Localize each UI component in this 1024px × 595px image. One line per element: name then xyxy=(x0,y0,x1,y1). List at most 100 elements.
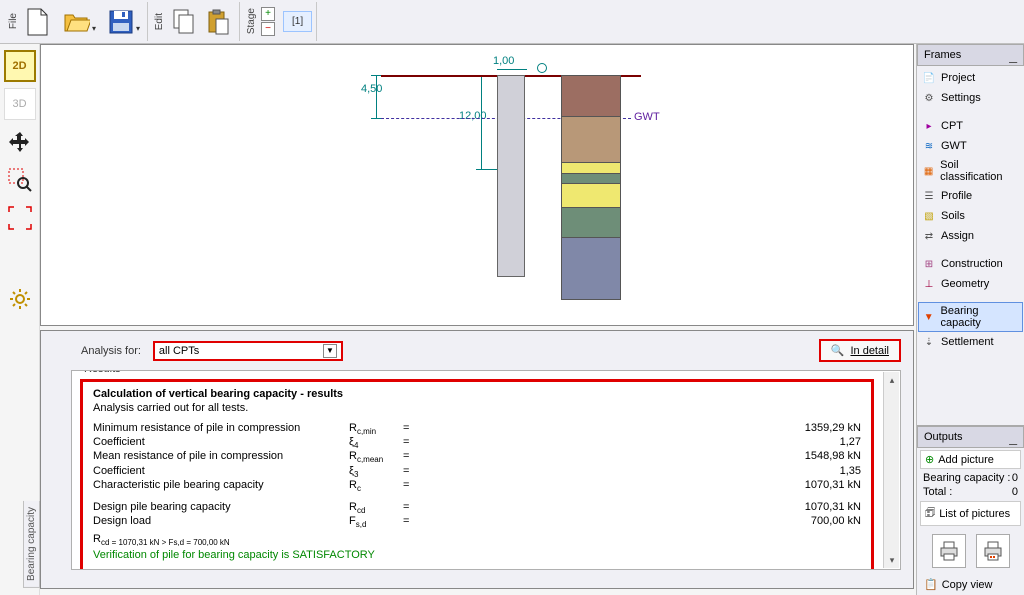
frame-icon: 📄 xyxy=(922,71,936,85)
results-verdict: Verification of pile for bearing capacit… xyxy=(93,549,861,561)
frame-item-soil-classification[interactable]: ▦Soil classification xyxy=(918,156,1023,186)
list-pictures-label: List of pictures xyxy=(939,508,1010,520)
result-label: Mean resistance of pile in compression xyxy=(93,450,345,464)
results-comparison: Rcd = 1070,31 kN > Fs,d = 700,00 kN xyxy=(93,533,861,547)
frame-label: Soil classification xyxy=(940,159,1019,183)
result-label: Design load xyxy=(93,515,345,529)
print-button[interactable] xyxy=(932,534,966,568)
result-symbol: ξ3 xyxy=(349,465,399,479)
pan-button[interactable] xyxy=(4,126,36,158)
frame-label: Settlement xyxy=(941,336,994,348)
frame-label: Settings xyxy=(941,92,981,104)
stage-remove-button[interactable]: − xyxy=(261,22,275,36)
zoom-region-button[interactable] xyxy=(4,164,36,196)
open-dropdown-icon: ▾ xyxy=(92,24,96,33)
frame-item-profile[interactable]: ☰Profile xyxy=(918,186,1023,206)
outputs-header: Outputs _ xyxy=(917,426,1024,448)
settings-button[interactable] xyxy=(4,283,36,315)
frame-label: CPT xyxy=(941,120,963,132)
edit-group-label: Edit xyxy=(152,13,167,30)
result-label: Design pile bearing capacity xyxy=(93,501,345,515)
frames-minimize-button[interactable]: _ xyxy=(1009,47,1017,63)
result-symbol: Rc xyxy=(349,479,399,493)
frame-item-geometry[interactable]: ⊥ Geometry xyxy=(918,274,1023,294)
frame-item-construction[interactable]: ⊞ Construction xyxy=(918,254,1023,274)
frame-label: Assign xyxy=(941,230,974,242)
calculation-results-box: Calculation of vertical bearing capacity… xyxy=(80,379,874,570)
copy-view-label: Copy view xyxy=(942,579,993,591)
outputs-minimize-button[interactable]: _ xyxy=(1009,429,1017,445)
frame-label: Project xyxy=(941,72,975,84)
frame-icon: ☰ xyxy=(922,189,936,203)
magnify-doc-icon: 🔍 xyxy=(831,344,845,357)
frame-item-settlement[interactable]: ⇣ Settlement xyxy=(918,332,1023,352)
frame-icon: ⚙ xyxy=(922,91,936,105)
dimension-text: 4,50 xyxy=(361,83,382,95)
result-label: Minimum resistance of pile in compressio… xyxy=(93,422,345,436)
frame-icon: ≋ xyxy=(922,139,936,153)
frame-item-project[interactable]: 📄 Project xyxy=(918,68,1023,88)
copy-button[interactable] xyxy=(168,6,200,38)
results-scrollbar[interactable]: ▴▾ xyxy=(883,372,899,568)
paste-button[interactable] xyxy=(202,6,234,38)
result-label: Coefficient xyxy=(93,465,345,479)
list-icon: 🗊 xyxy=(925,504,935,523)
copy-view-button[interactable]: 📋 Copy view xyxy=(920,576,1021,593)
frames-title: Frames xyxy=(924,49,961,61)
frame-item-gwt[interactable]: ≋GWT xyxy=(918,136,1023,156)
results-fieldset: Results ▴▾ Calculation of vertical beari… xyxy=(71,370,901,570)
result-label: Characteristic pile bearing capacity xyxy=(93,479,345,493)
results-title: Calculation of vertical bearing capacity… xyxy=(93,388,861,400)
total-count-row: Total :0 xyxy=(917,485,1024,499)
analysis-for-label: Analysis for: xyxy=(53,345,141,357)
result-value: 1548,98 kN xyxy=(421,450,861,464)
gwt-label: GWT xyxy=(634,111,660,123)
frame-list: 📄 Project ⚙ Settings ▸CPT≋GWT▦Soil classific… xyxy=(917,66,1024,354)
frame-label: Geometry xyxy=(941,278,989,290)
result-symbol: ξ4 xyxy=(349,436,399,450)
drawing-canvas[interactable]: 1,00 4,50 12,00 GWT xyxy=(40,44,914,326)
result-value: 1,35 xyxy=(421,465,861,479)
list-pictures-button[interactable]: 🗊 List of pictures xyxy=(920,501,1021,526)
frame-icon: ▧ xyxy=(922,209,936,223)
frame-icon: ⊥ xyxy=(922,277,936,291)
file-group-label: File xyxy=(6,13,21,29)
frame-item-settings[interactable]: ⚙ Settings xyxy=(918,88,1023,108)
print-color-button[interactable] xyxy=(976,534,1010,568)
frame-icon: ⊞ xyxy=(922,257,936,271)
frame-label: Construction xyxy=(941,258,1003,270)
dimension-text: 12,00 xyxy=(459,110,487,122)
new-file-button[interactable] xyxy=(22,6,54,38)
frame-item-assign[interactable]: ⇄Assign xyxy=(918,226,1023,246)
result-value: 700,00 kN xyxy=(421,515,861,529)
result-symbol: Rcd xyxy=(349,501,399,515)
add-picture-button[interactable]: ⊕ Add picture xyxy=(920,450,1021,469)
right-panel: Frames _ 📄 Project ⚙ Settings ▸CPT≋GWT▦Soil … xyxy=(916,44,1024,595)
result-symbol: Fs,d xyxy=(349,515,399,529)
outputs-panel: Outputs _ ⊕ Add picture Bearing capacity… xyxy=(917,425,1024,595)
analysis-cpt-select[interactable]: all CPTs ▼ xyxy=(153,341,343,361)
result-symbol: Rc,mean xyxy=(349,450,399,464)
view-3d-button[interactable]: 3D xyxy=(4,88,36,120)
in-detail-button[interactable]: 🔍 In detail xyxy=(819,339,901,362)
result-symbol: Rc,min xyxy=(349,422,399,436)
stage-tab-1[interactable]: [1] xyxy=(283,11,312,32)
frames-header: Frames _ xyxy=(917,44,1024,66)
zoom-fit-button[interactable] xyxy=(4,202,36,234)
stage-add-button[interactable]: + xyxy=(261,7,275,21)
frame-label: Bearing capacity xyxy=(941,305,1019,329)
top-toolbar: File ▾ ▾ Edit Stage + − [1] xyxy=(0,0,1024,44)
open-file-button[interactable]: ▾ xyxy=(56,6,98,38)
view-2d-button[interactable]: 2D xyxy=(4,50,36,82)
frame-item-soils[interactable]: ▧Soils xyxy=(918,206,1023,226)
copy-view-icon: 📋 xyxy=(924,578,938,591)
result-value: 1070,31 kN xyxy=(421,479,861,493)
result-value: 1359,29 kN xyxy=(421,422,861,436)
side-tab-bearing[interactable]: Bearing capacity xyxy=(23,501,40,588)
frame-item-cpt[interactable]: ▸CPT xyxy=(918,116,1023,136)
outputs-title: Outputs xyxy=(924,431,963,443)
frame-item-bearing-capacity[interactable]: ▼Bearing capacity xyxy=(918,302,1023,332)
frame-icon: ⇣ xyxy=(922,335,936,349)
results-subtitle: Analysis carried out for all tests. xyxy=(93,402,861,414)
save-file-button[interactable]: ▾ xyxy=(100,6,142,38)
